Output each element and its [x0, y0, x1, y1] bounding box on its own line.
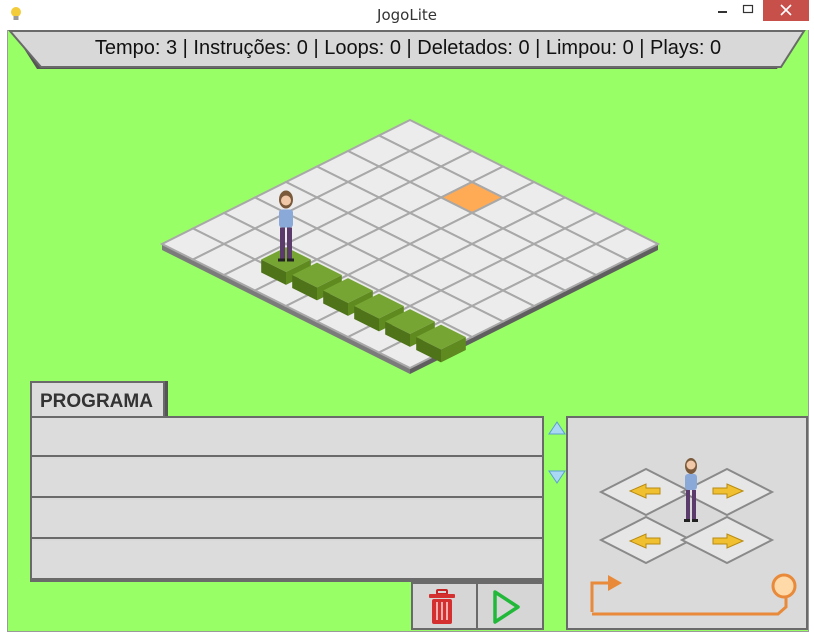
program-slot-1[interactable]: [32, 418, 542, 457]
trash-icon[interactable]: [427, 589, 457, 625]
command-palette-graphic: [590, 458, 797, 616]
maximize-icon: [742, 4, 754, 14]
program-tab: PROGRAMA: [30, 381, 165, 417]
close-button[interactable]: [763, 0, 809, 21]
status-bar: Tempo: 3 | Instruções: 0 | Loops: 0 | De…: [8, 30, 808, 70]
play-icon[interactable]: [491, 589, 521, 625]
maximize-button[interactable]: [735, 0, 761, 21]
game-area: Tempo: 3 | Instruções: 0 | Loops: 0 | De…: [7, 30, 809, 632]
title-bar: JogoLite: [0, 0, 814, 30]
program-slot-2[interactable]: [32, 459, 542, 498]
arrow-up-left-button[interactable]: [598, 467, 694, 517]
character-part: [287, 258, 294, 262]
game-board[interactable]: [158, 115, 668, 415]
window-title: JogoLite: [377, 6, 437, 24]
minimize-icon: [718, 11, 727, 13]
minimize-button[interactable]: [709, 0, 735, 21]
program-tab-label: PROGRAMA: [40, 391, 153, 412]
character-part: [278, 258, 285, 262]
program-controls: [411, 582, 544, 630]
program-slot-4[interactable]: [32, 541, 542, 580]
arrow-down-right-button[interactable]: [679, 515, 775, 565]
scroll-down-icon[interactable]: [548, 470, 566, 484]
character-part: [287, 227, 292, 260]
status-text: Tempo: 3 | Instruções: 0 | Loops: 0 | De…: [94, 37, 722, 59]
close-icon: [780, 4, 792, 16]
character-part: [279, 209, 293, 228]
character-part: [281, 195, 291, 206]
scroll-up-icon[interactable]: [548, 421, 566, 435]
loop-icon[interactable]: [590, 573, 797, 616]
program-slot-3[interactable]: [32, 500, 542, 539]
arrow-down-left-button[interactable]: [598, 515, 694, 565]
character-part: [280, 227, 285, 260]
character-icon: [684, 458, 698, 522]
controls-divider: [476, 584, 478, 630]
command-palette: [566, 416, 808, 630]
program-list[interactable]: [30, 416, 544, 582]
